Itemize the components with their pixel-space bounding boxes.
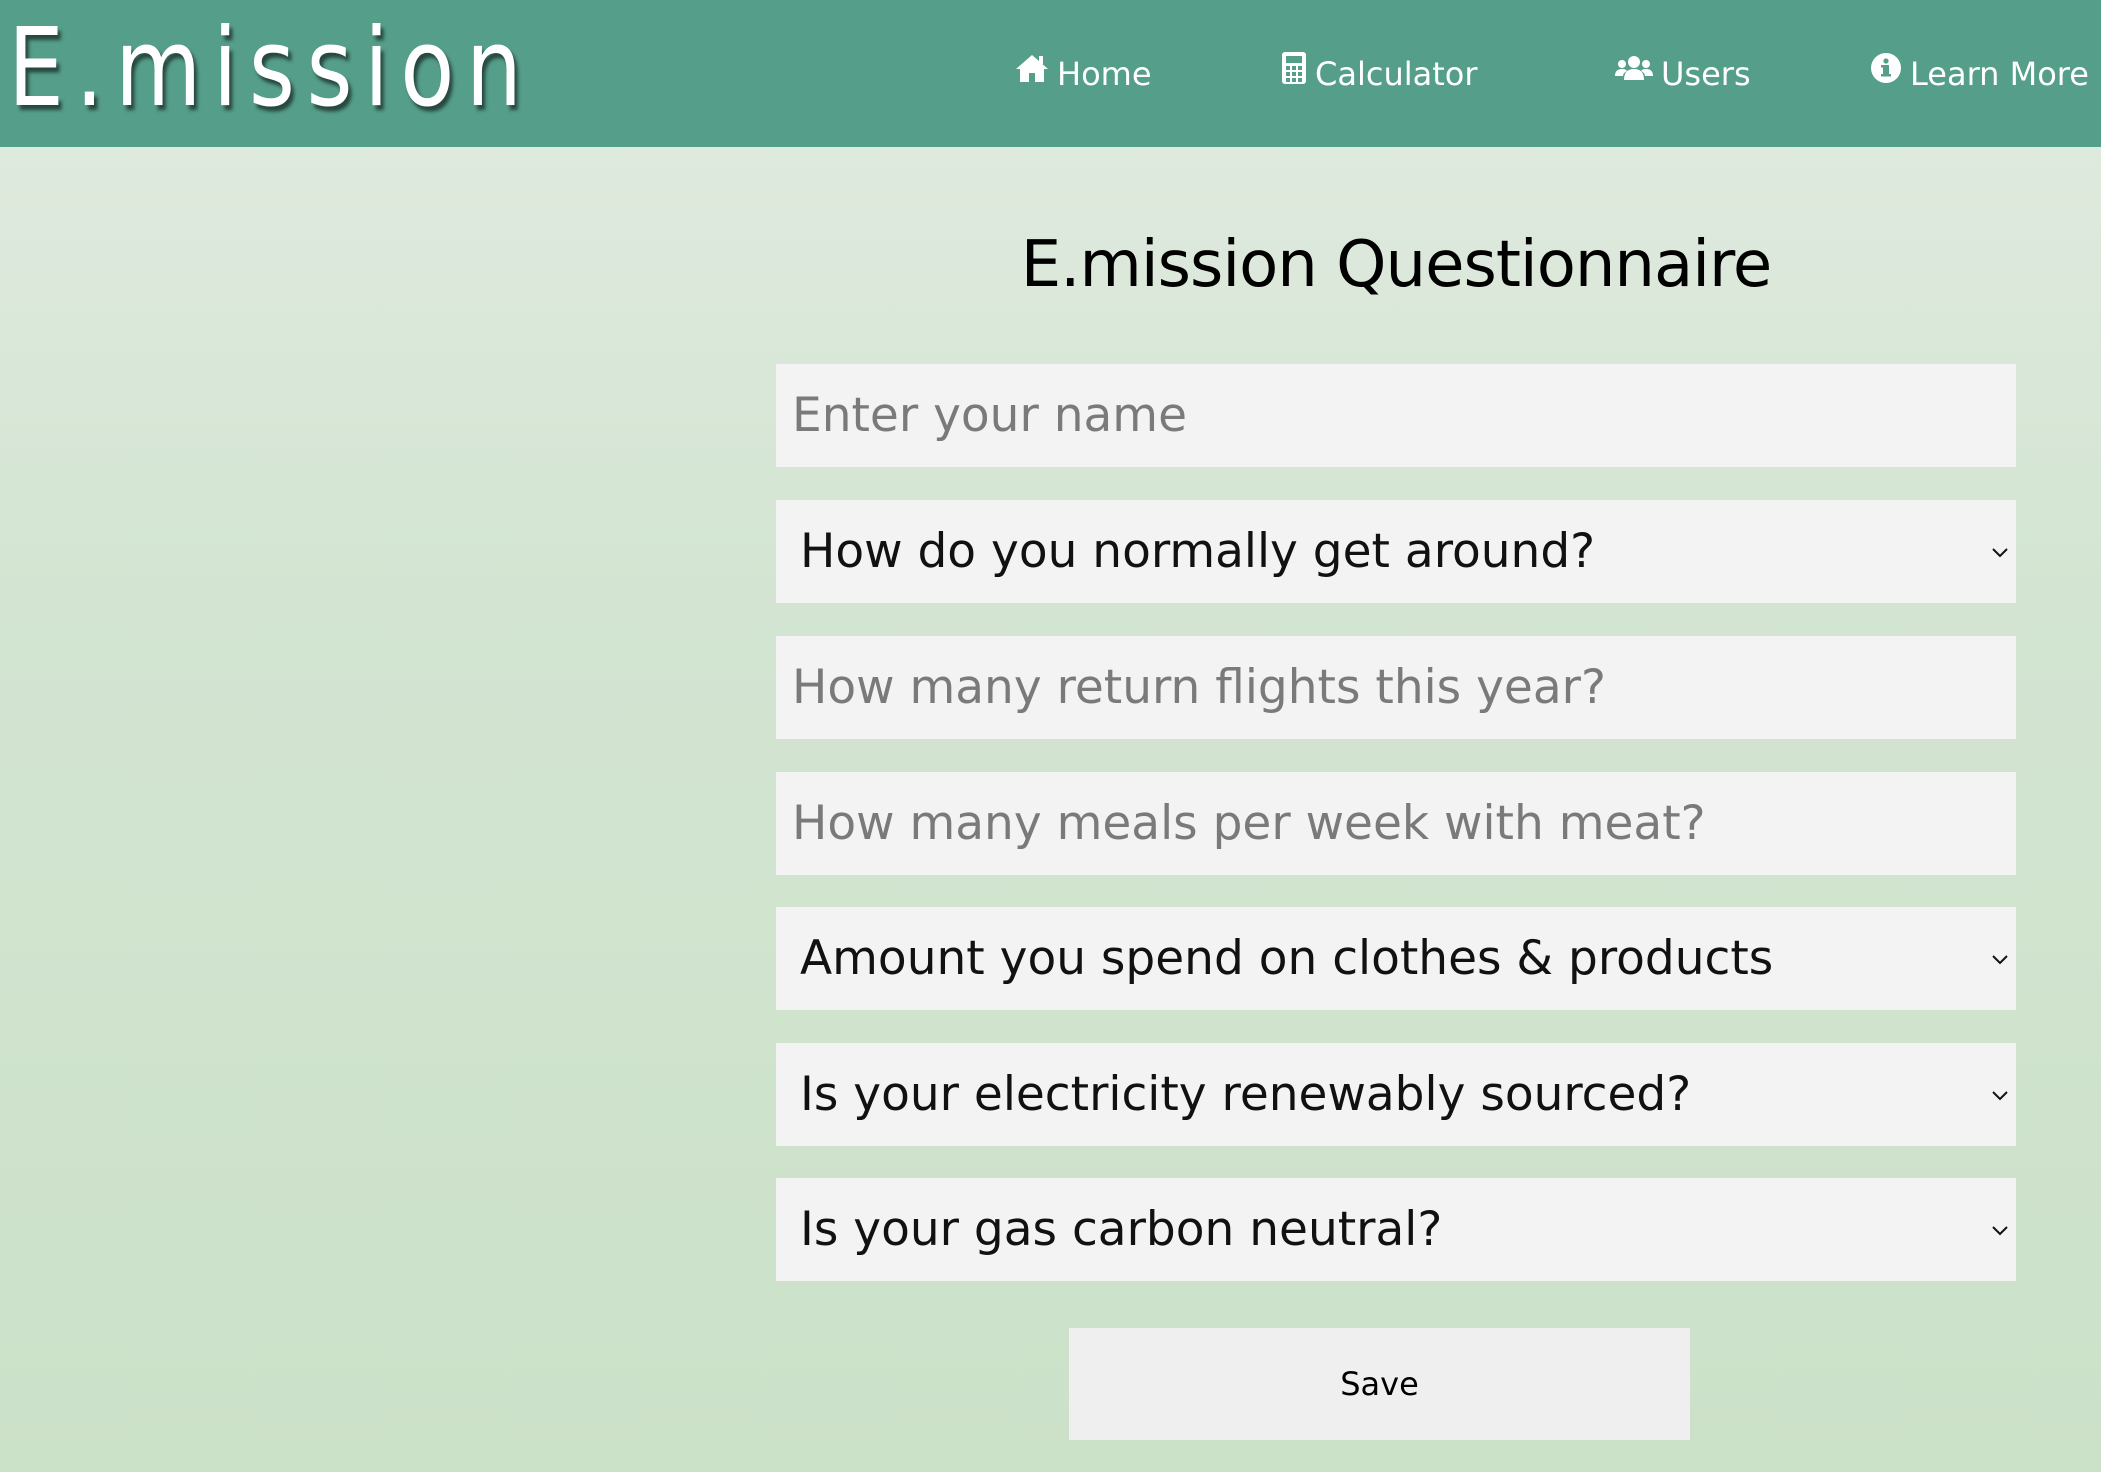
- site-logo[interactable]: E.mission: [8, 4, 534, 134]
- spending-select-value: Amount you spend on clothes & products: [800, 931, 1774, 986]
- calculator-icon: [1281, 51, 1307, 85]
- flights-input[interactable]: [776, 636, 2016, 739]
- chevron-down-icon: [1990, 1221, 2010, 1239]
- electricity-select-value: Is your electricity renewably sourced?: [800, 1067, 1692, 1122]
- nav-home-link[interactable]: Home: [1015, 0, 1152, 147]
- meals-input[interactable]: [776, 772, 2016, 875]
- info-icon: [1870, 52, 1902, 84]
- chevron-down-icon: [1990, 950, 2010, 968]
- spending-select[interactable]: Amount you spend on clothes & products: [776, 907, 2016, 1010]
- chevron-down-icon: [1990, 543, 2010, 561]
- gas-select[interactable]: Is your gas carbon neutral?: [776, 1178, 2016, 1281]
- nav-users-link[interactable]: Users: [1615, 0, 1751, 147]
- transport-select-value: How do you normally get around?: [800, 524, 1596, 579]
- chevron-down-icon: [1990, 1086, 2010, 1104]
- top-nav-bar: E.mission Home Calculator Users Learn Mo…: [0, 0, 2101, 147]
- home-icon: [1015, 53, 1049, 83]
- electricity-select[interactable]: Is your electricity renewably sourced?: [776, 1043, 2016, 1146]
- gas-select-value: Is your gas carbon neutral?: [800, 1202, 1443, 1257]
- save-button[interactable]: Save: [1069, 1328, 1690, 1440]
- nav-home-label: Home: [1057, 54, 1152, 93]
- nav-learn-more-link[interactable]: Learn More: [1870, 0, 2089, 147]
- transport-select[interactable]: How do you normally get around?: [776, 500, 2016, 603]
- users-icon: [1615, 54, 1653, 82]
- nav-calculator-label: Calculator: [1315, 54, 1478, 93]
- nav-calculator-link[interactable]: Calculator: [1281, 0, 1478, 147]
- nav-learn-more-label: Learn More: [1910, 54, 2089, 93]
- page-title: E.mission Questionnaire: [1020, 228, 1773, 302]
- name-input[interactable]: [776, 364, 2016, 467]
- nav-users-label: Users: [1661, 54, 1751, 93]
